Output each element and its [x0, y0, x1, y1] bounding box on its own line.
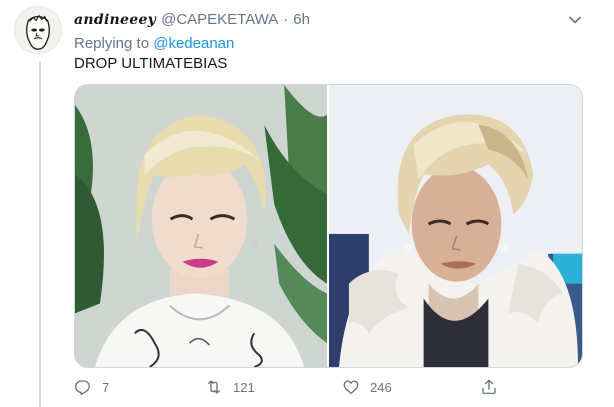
user-handle[interactable]: @CAPEKETAWA [161, 11, 278, 28]
tweet-actions: 7 121 246 [74, 374, 574, 400]
heart-icon [343, 380, 359, 395]
separator-dot: · [283, 11, 289, 28]
retweet-count: 121 [233, 379, 255, 395]
replying-to: Replying to @kedeanan [74, 35, 234, 52]
avatar-cartoon-image [15, 7, 61, 53]
reply-count: 7 [102, 379, 110, 395]
retweet-button[interactable]: 121 [205, 374, 255, 400]
reply-button[interactable]: 7 [74, 374, 109, 400]
tweet-text: DROP ULTIMATEBIAS [74, 55, 228, 72]
display-name[interactable]: andineeey [74, 12, 156, 28]
like-count: 246 [370, 379, 392, 395]
media-photo-left[interactable] [75, 85, 327, 367]
share-button[interactable] [480, 374, 498, 400]
replying-to-mention[interactable]: @kedeanan [153, 35, 234, 52]
thread-line [39, 62, 41, 407]
tweet-timestamp[interactable]: 6h [293, 11, 310, 28]
avatar[interactable] [14, 6, 62, 54]
chevron-down-icon [569, 16, 581, 24]
like-button[interactable]: 246 [342, 374, 392, 400]
tweet-header: andineeey @CAPEKETAWA · 6h [74, 11, 310, 31]
tweet-media[interactable] [74, 84, 583, 368]
media-photo-right[interactable] [329, 85, 582, 367]
tweet[interactable]: andineeey @CAPEKETAWA · 6h Replying to @… [0, 0, 614, 407]
reply-icon [75, 380, 90, 396]
portrait-photo-left [75, 85, 327, 367]
retweet-icon [208, 380, 220, 394]
portrait-photo-right [329, 85, 582, 367]
share-icon [482, 379, 496, 395]
replying-to-label: Replying to [74, 35, 150, 52]
more-options-button[interactable] [565, 10, 585, 30]
